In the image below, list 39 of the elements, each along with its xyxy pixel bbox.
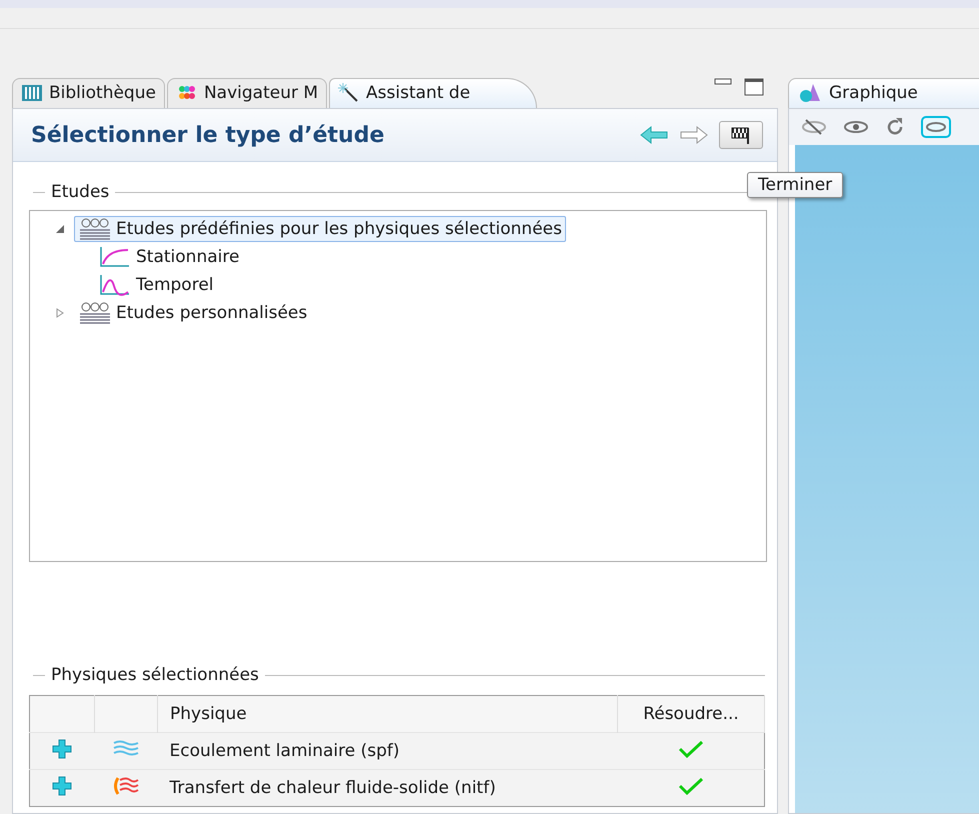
wand-icon (338, 83, 360, 103)
back-button[interactable] (639, 125, 669, 145)
hide-icon[interactable] (801, 119, 827, 135)
tree-item[interactable]: Stationnaire (94, 244, 244, 270)
curve-plot-icon (98, 246, 132, 268)
table-cell: Transfert de chaleur fluide-solide (nitf) (158, 770, 618, 806)
section-label: Etudes (51, 182, 110, 202)
refresh-icon[interactable] (885, 117, 905, 137)
books-icon (78, 218, 112, 240)
section-label: Physiques sélectionnées (51, 665, 259, 685)
forward-button[interactable] (679, 125, 709, 145)
add-icon[interactable] (51, 738, 74, 760)
check-icon[interactable] (678, 740, 704, 758)
waves-icon (112, 738, 140, 758)
tree-item[interactable]: Temporel (94, 272, 218, 298)
panel-tab[interactable]: Graphique (788, 78, 979, 108)
column-header[interactable]: Résoudre... (618, 696, 764, 732)
tree-item[interactable]: Etudes personnalisées (74, 300, 312, 326)
books-icon (78, 302, 112, 324)
finish-button[interactable] (719, 121, 763, 149)
panel-tab[interactable]: Assistant de (329, 78, 538, 108)
shapes-icon (799, 83, 823, 103)
add-icon[interactable] (51, 774, 74, 796)
tooltip: Terminer (747, 172, 844, 198)
eye-icon[interactable] (843, 119, 869, 135)
minimize-icon[interactable] (714, 78, 732, 86)
column-header[interactable]: Physique (158, 696, 618, 732)
maximize-icon[interactable] (744, 78, 764, 96)
table-cell: Ecoulement laminaire (spf) (158, 732, 618, 770)
peak-plot-icon (98, 274, 132, 296)
checkered-flag-icon (730, 125, 752, 145)
library-icon (21, 84, 43, 102)
heat-waves-icon (112, 776, 140, 796)
check-icon[interactable] (678, 776, 704, 794)
panel-tab[interactable]: Bibliothèque (12, 78, 165, 108)
tree-item[interactable]: Etudes prédéfinies pour les physiques sélectionnées (74, 216, 566, 242)
panel-tab[interactable]: Navigateur M (166, 78, 328, 108)
page-title: Sélectionner le type d’étude (31, 122, 386, 148)
eye-icon[interactable] (921, 116, 951, 138)
